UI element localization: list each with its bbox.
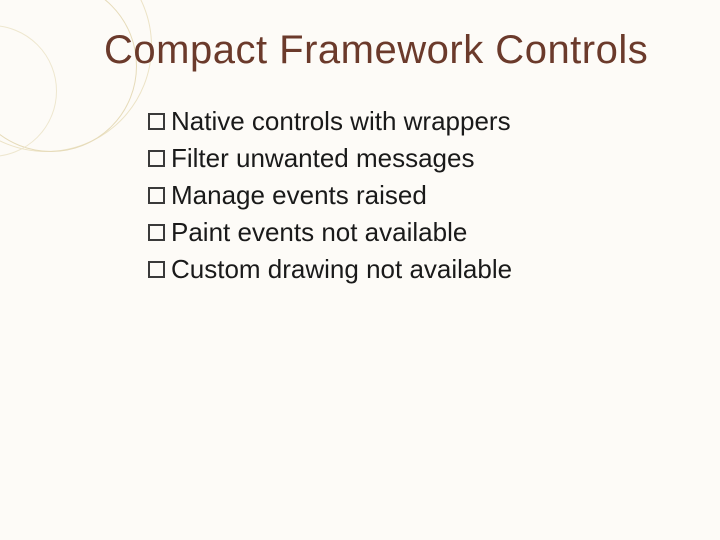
ring-icon bbox=[0, 0, 137, 152]
ring-icon bbox=[0, 25, 57, 157]
square-bullet-icon bbox=[148, 150, 165, 167]
square-bullet-icon bbox=[148, 187, 165, 204]
square-bullet-icon bbox=[148, 113, 165, 130]
bullet-text: Custom drawing not available bbox=[171, 252, 680, 287]
slide: Compact Framework Controls Native contro… bbox=[0, 0, 720, 540]
list-item: Filter unwanted messages bbox=[148, 141, 680, 176]
list-item: Manage events raised bbox=[148, 178, 680, 213]
list-item: Native controls with wrappers bbox=[148, 104, 680, 139]
ring-icon bbox=[0, 0, 152, 152]
list-item: Custom drawing not available bbox=[148, 252, 680, 287]
square-bullet-icon bbox=[148, 224, 165, 241]
bullet-list: Native controls with wrappers Filter unw… bbox=[148, 104, 680, 289]
bullet-text: Paint events not available bbox=[171, 215, 680, 250]
bullet-text: Filter unwanted messages bbox=[171, 141, 680, 176]
square-bullet-icon bbox=[148, 261, 165, 278]
slide-title: Compact Framework Controls bbox=[104, 28, 700, 72]
bullet-text: Manage events raised bbox=[171, 178, 680, 213]
list-item: Paint events not available bbox=[148, 215, 680, 250]
bullet-text: Native controls with wrappers bbox=[171, 104, 680, 139]
